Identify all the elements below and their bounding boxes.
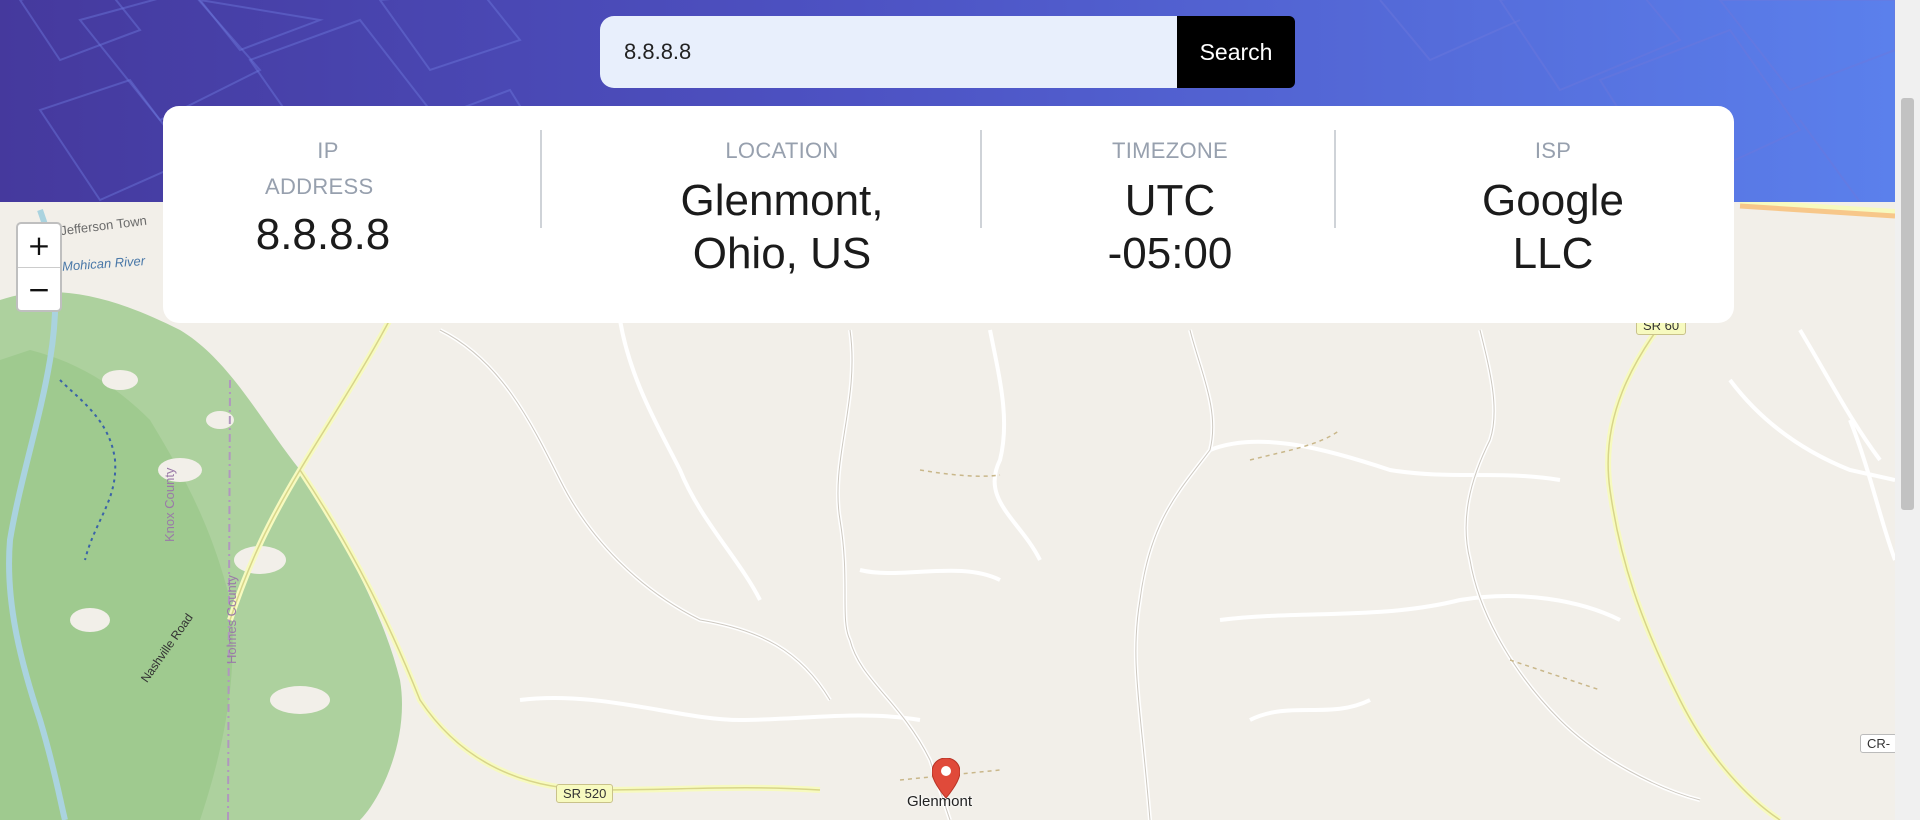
- scrollbar-thumb[interactable]: [1901, 98, 1914, 510]
- isp-section: ISP Google LLC: [1463, 106, 1643, 323]
- isp-value-line2: LLC: [1512, 229, 1594, 278]
- divider: [980, 130, 982, 228]
- page-scrollbar[interactable]: [1895, 0, 1920, 820]
- location-value: Glenmont, Ohio, US: [603, 174, 961, 280]
- map-pin-icon[interactable]: [931, 757, 961, 799]
- map-label-holmes: Holmes County: [224, 575, 239, 664]
- timezone-section: TIMEZONE UTC -05:00: [1063, 106, 1277, 323]
- ip-info-card: IP ADDRESS 8.8.8.8 LOCATION Glenmont, Oh…: [163, 106, 1734, 323]
- map-label-sr520: SR 520: [556, 784, 614, 803]
- search-bar: Search: [600, 16, 1295, 88]
- map-label-cr: CR-: [1860, 734, 1895, 753]
- location-value-line1: Glenmont,: [680, 176, 884, 225]
- ip-address-label: IP ADDRESS: [203, 133, 443, 205]
- search-input[interactable]: [600, 16, 1177, 88]
- ip-label-line1: IP: [317, 138, 339, 163]
- zoom-in-button[interactable]: +: [18, 224, 60, 268]
- divider: [1334, 130, 1336, 228]
- timezone-value: UTC -05:00: [1063, 174, 1277, 280]
- zoom-control: + −: [16, 222, 62, 312]
- search-button[interactable]: Search: [1177, 16, 1295, 88]
- divider: [540, 130, 542, 228]
- isp-label: ISP: [1534, 138, 1572, 163]
- map-label-knox: Knox County: [162, 467, 177, 542]
- location-section: LOCATION Glenmont, Ohio, US: [603, 106, 961, 323]
- isp-value-line1: Google: [1482, 176, 1624, 225]
- zoom-out-button[interactable]: −: [18, 268, 60, 311]
- ip-address-value: 8.8.8.8: [255, 210, 391, 259]
- location-label: LOCATION: [725, 138, 839, 163]
- ip-address-section: IP ADDRESS 8.8.8.8: [203, 106, 443, 323]
- timezone-value-line2: -05:00: [1107, 229, 1233, 278]
- timezone-value-line1: UTC: [1124, 176, 1216, 225]
- location-value-line2: Ohio, US: [692, 229, 872, 278]
- isp-value: Google LLC: [1463, 174, 1643, 280]
- ip-label-line2: ADDRESS: [265, 174, 374, 199]
- timezone-label: TIMEZONE: [1111, 138, 1229, 163]
